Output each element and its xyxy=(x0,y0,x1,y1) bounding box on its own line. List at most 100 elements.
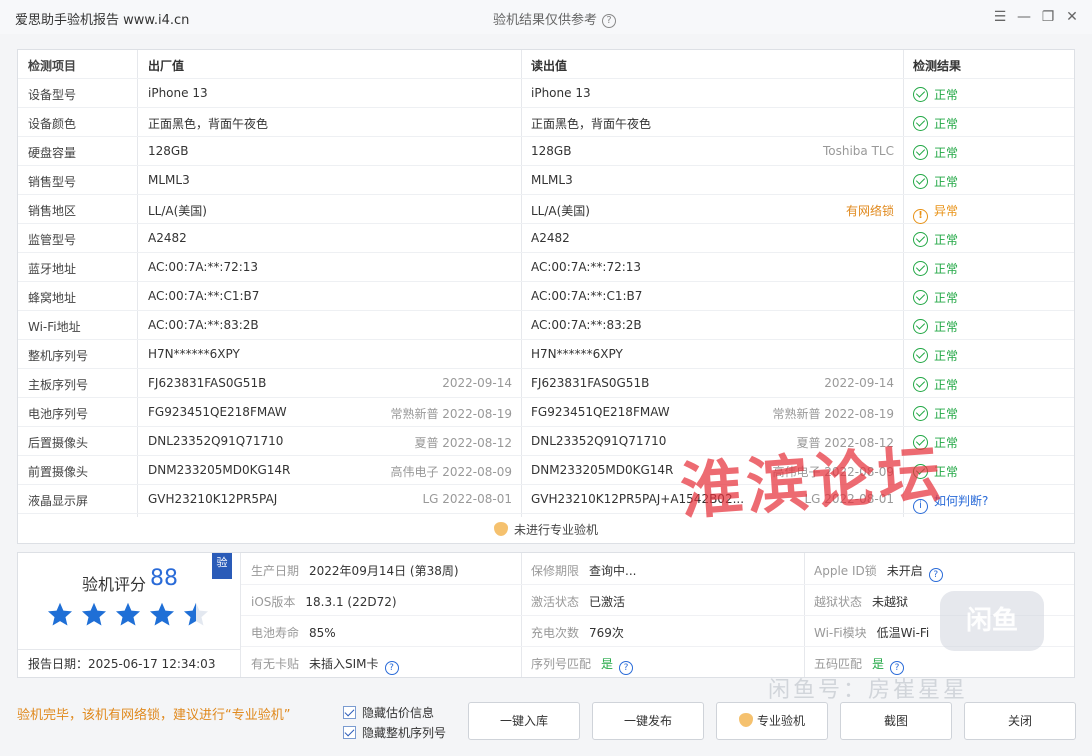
factory-value: H7N******6XPY xyxy=(148,347,240,361)
info-column-1: 生产日期 2022年09月14日 (第38周) iOS版本 18.3.1 (22D72… xyxy=(241,553,521,677)
read-meta: 2022-09-14 xyxy=(824,376,894,390)
hide-valuation-checkbox[interactable]: 隐藏估价信息 xyxy=(343,704,434,721)
factory-value: AC:00:7A:**:72:13 xyxy=(148,260,259,274)
info-item: 保修期限 查询中... xyxy=(531,562,636,579)
verified-badge: 验 xyxy=(212,553,232,579)
result-status: 正常 xyxy=(913,405,958,422)
rating-stars xyxy=(46,601,216,632)
item-name: 后置摄像头 xyxy=(28,436,89,450)
result-status: 正常 xyxy=(913,115,958,132)
title-bar: 爱思助手验机报告 www.i4.cn 验机结果仅供参考? ☰ — ❐ ✕ xyxy=(0,0,1092,34)
check-circle-icon xyxy=(913,348,928,363)
star-icon xyxy=(149,602,175,626)
read-value: A2482 xyxy=(531,231,570,245)
read-value: DNM233205MD0KG14R xyxy=(531,463,674,477)
notice-text: 未进行专业验机 xyxy=(513,523,598,537)
result-status: 正常 xyxy=(913,376,958,393)
info-label: 生产日期 xyxy=(251,564,300,578)
info-label: Wi-Fi模块 xyxy=(814,626,867,640)
table-header: 检测项目 出厂值 读出值 检测结果 xyxy=(18,50,1074,79)
info-item: 生产日期 2022年09月14日 (第38周) xyxy=(251,562,459,579)
report-date: 报告日期：2025-06-17 12:34:03 xyxy=(28,657,216,671)
info-label: 越狱状态 xyxy=(814,595,863,609)
help-icon[interactable]: ? xyxy=(384,661,399,675)
read-value: AC:00:7A:**:C1:B7 xyxy=(531,289,643,303)
checkbox-checked-icon[interactable] xyxy=(343,726,356,739)
publish-button[interactable]: 一键发布 xyxy=(592,702,704,740)
check-circle-icon xyxy=(913,377,928,392)
item-name: 整机序列号 xyxy=(28,349,89,363)
check-circle-icon xyxy=(913,261,928,276)
result-status: 正常 xyxy=(913,260,958,277)
pro-check-button[interactable]: 专业验机 xyxy=(716,702,828,740)
table-row: 整机序列号 H7N******6XPY H7N******6XPY 正常 xyxy=(18,340,1074,369)
item-name: 硬盘容量 xyxy=(28,146,77,160)
result-text: 正常 xyxy=(934,378,959,392)
screenshot-button[interactable]: 截图 xyxy=(840,702,952,740)
factory-meta: 2022-09-14 xyxy=(442,376,512,390)
star-icon xyxy=(183,602,209,626)
result-text: 正常 xyxy=(934,349,959,363)
info-value: 查询中... xyxy=(589,564,637,578)
factory-value: 128GB xyxy=(148,144,189,158)
star-icon xyxy=(115,602,141,626)
read-meta: Toshiba TLC xyxy=(822,144,894,158)
read-value: H7N******6XPY xyxy=(531,347,623,361)
info-item: 越狱状态 未越狱 xyxy=(814,593,908,610)
score-label: 验机评分 xyxy=(82,575,147,594)
item-name: 蜂窝地址 xyxy=(28,291,77,305)
result-text: 正常 xyxy=(934,175,959,189)
factory-meta: 夏普 2022-08-12 xyxy=(414,436,512,450)
check-circle-icon xyxy=(913,232,928,247)
menu-icon[interactable]: ☰ xyxy=(990,7,1010,27)
factory-meta: 高伟电子 2022-08-09 xyxy=(390,465,512,479)
close-button[interactable]: 关闭 xyxy=(964,702,1076,740)
factory-value: 正面黑色，背面午夜色 xyxy=(148,117,269,131)
restore-button[interactable]: ❐ xyxy=(1038,7,1058,27)
item-name: 设备型号 xyxy=(28,88,77,102)
info-value: 低温Wi-Fi xyxy=(876,626,930,640)
info-item: 有无卡贴 未插入SIM卡? xyxy=(251,655,399,675)
check-circle-icon xyxy=(913,406,928,421)
read-value: LL/A(美国) xyxy=(531,204,590,218)
footer-message: 验机完毕，该机有网络锁，建议进行“专业验机” xyxy=(17,708,291,723)
help-icon[interactable]: ? xyxy=(928,568,943,582)
read-value: AC:00:7A:**:83:2B xyxy=(531,318,642,332)
account-watermark: 闲鱼号：房崔星星 xyxy=(768,678,969,703)
minimize-button[interactable]: — xyxy=(1014,7,1034,27)
factory-meta: 常熟新普 2022-08-19 xyxy=(390,407,512,421)
shield-icon xyxy=(493,522,508,536)
hide-serial-checkbox[interactable]: 隐藏整机序列号 xyxy=(343,724,446,741)
info-value: 未越狱 xyxy=(872,595,909,609)
factory-value: DNL23352Q91Q71710 xyxy=(148,434,284,448)
item-name: 电池序列号 xyxy=(28,407,89,421)
help-icon[interactable]: ? xyxy=(602,13,617,28)
result-status: 正常 xyxy=(913,347,958,364)
result-status: 正常 xyxy=(913,318,958,335)
read-value: 128GB xyxy=(531,144,572,158)
info-label: 保修期限 xyxy=(531,564,580,578)
info-value: 是 xyxy=(872,657,885,671)
result-text: 正常 xyxy=(934,262,959,276)
close-window-button[interactable]: ✕ xyxy=(1062,7,1082,27)
factory-value: MLML3 xyxy=(148,173,190,187)
info-label: 有无卡贴 xyxy=(251,657,300,671)
import-button[interactable]: 一键入库 xyxy=(468,702,580,740)
check-circle-icon xyxy=(913,87,928,102)
info-item: Wi-Fi模块 低温Wi-Fi xyxy=(814,624,929,641)
info-item: iOS版本 18.3.1 (22D72) xyxy=(251,593,397,610)
item-name: Wi-Fi地址 xyxy=(28,320,81,334)
info-column-2: 保修期限 查询中... 激活状态 已激活 充电次数 769次 序列号匹配是? xyxy=(521,553,804,677)
item-name: 主板序列号 xyxy=(28,378,89,392)
factory-value: iPhone 13 xyxy=(148,86,208,100)
checkbox-checked-icon[interactable] xyxy=(343,706,356,719)
result-text: 正常 xyxy=(934,88,959,102)
info-label: 电池寿命 xyxy=(251,626,300,640)
factory-value: LL/A(美国) xyxy=(148,204,207,218)
factory-value: AC:00:7A:**:83:2B xyxy=(148,318,259,332)
help-icon[interactable]: ? xyxy=(619,661,634,675)
read-meta: 有网络锁 xyxy=(845,204,894,218)
check-circle-icon xyxy=(913,116,928,131)
item-name: 销售型号 xyxy=(28,175,77,189)
read-value: DNL23352Q91Q71710 xyxy=(531,434,667,448)
